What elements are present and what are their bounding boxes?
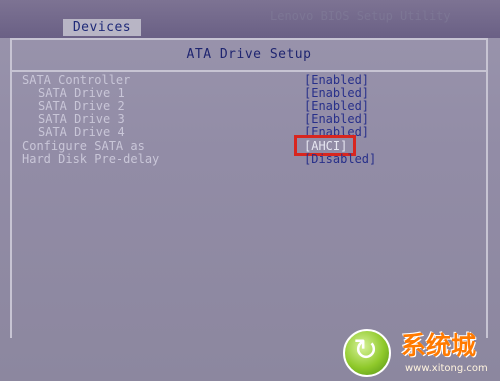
panel-divider bbox=[12, 70, 486, 72]
watermark-site-url: www.xitong.com bbox=[405, 363, 488, 374]
watermark-logo: 系统城 www.xitong.com bbox=[331, 319, 500, 381]
hard-disk-pre-delay-value[interactable]: [Disabled] bbox=[304, 153, 376, 166]
hard-disk-pre-delay-label: Hard Disk Pre-delay bbox=[22, 152, 160, 166]
panel-title: ATA Drive Setup bbox=[186, 47, 312, 62]
watermark-site-name: 系统城 bbox=[401, 331, 477, 360]
utility-title: Lenovo BIOS Setup Utility bbox=[270, 9, 451, 23]
refresh-logo-icon bbox=[343, 329, 391, 377]
bios-screen: Devices Lenovo BIOS Setup Utility ATA Dr… bbox=[0, 0, 500, 381]
sata-drive-4-label: SATA Drive 4 bbox=[38, 125, 125, 139]
tab-devices[interactable]: Devices bbox=[63, 19, 141, 36]
top-menu-bar: Devices Lenovo BIOS Setup Utility bbox=[0, 0, 500, 38]
